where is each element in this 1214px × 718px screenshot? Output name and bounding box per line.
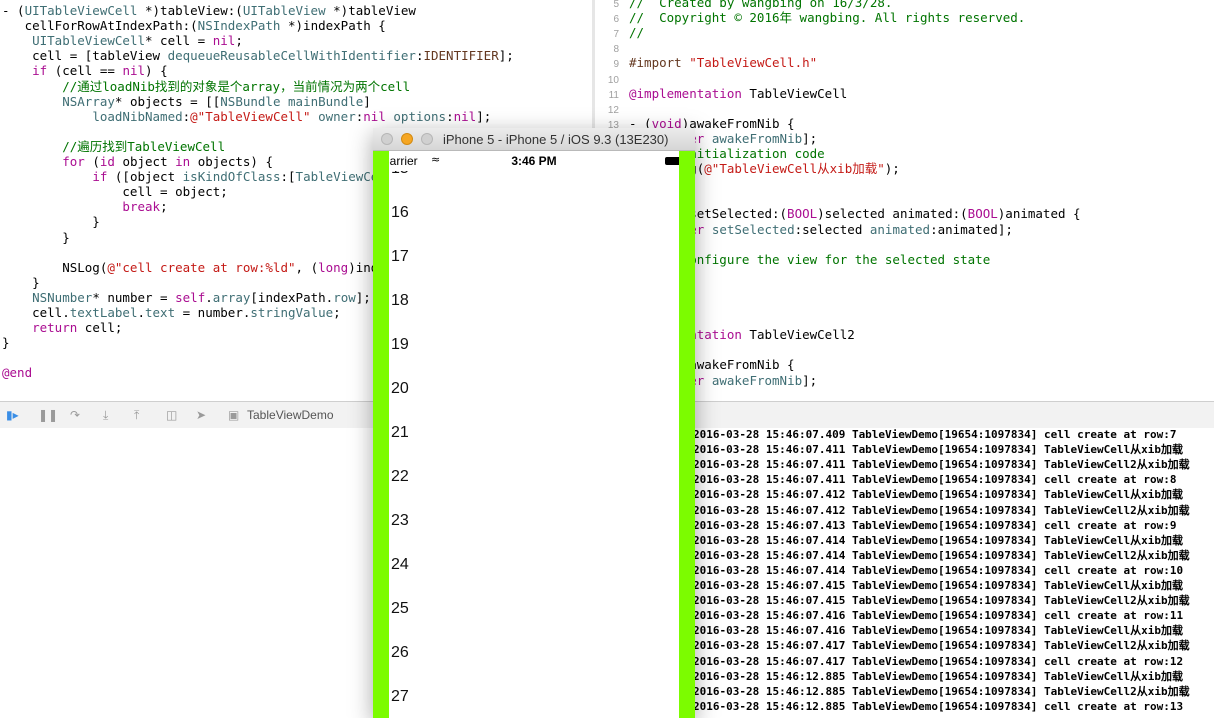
minimize-button[interactable] <box>401 133 413 145</box>
ios-simulator-window[interactable]: iPhone 5 - iPhone 5 / iOS 9.3 (13E230) 1… <box>373 128 695 718</box>
battery-icon <box>665 157 679 165</box>
row-label: 22 <box>391 468 409 485</box>
console-log-line: 2016-03-28 15:46:07.415 TableViewDemo[19… <box>693 579 1183 592</box>
console-log-line: 2016-03-28 15:46:07.411 TableViewDemo[19… <box>693 443 1183 457</box>
row-label: 24 <box>391 556 409 573</box>
table-row[interactable]: 23 <box>389 512 679 556</box>
console-log-line: 2016-03-28 15:46:07.416 TableViewDemo[19… <box>693 609 1184 623</box>
code-line: NSNumber* number = self.array[indexPath.… <box>32 289 371 305</box>
table-row[interactable]: 21 <box>389 424 679 468</box>
line-number: 5 <box>613 0 619 10</box>
code-line: cell = [tableView dequeueReusableCellWit… <box>2 48 514 64</box>
code-line: NSArray* objects = [[NSBundle mainBundle… <box>62 93 371 109</box>
row-label: 17 <box>391 248 409 265</box>
table-row[interactable]: 19 <box>389 336 679 380</box>
row-label: 20 <box>391 380 409 397</box>
code-line: #import "TableViewCell.h" <box>629 55 818 71</box>
table-row[interactable]: 25 <box>389 600 679 644</box>
console-log-line: 2016-03-28 15:46:12.885 TableViewDemo[19… <box>693 699 1184 713</box>
row-label: 23 <box>391 512 409 529</box>
code-line: if (cell == nil) { <box>32 63 168 79</box>
code-line: @end <box>2 365 33 381</box>
console-log-line: 2016-03-28 15:46:07.414 TableViewDemo[19… <box>693 548 1190 562</box>
console-log-line: 2016-03-28 15:46:07.411 TableViewDemo[19… <box>693 473 1177 487</box>
simulator-title: iPhone 5 - iPhone 5 / iOS 9.3 (13E230) <box>443 132 669 147</box>
console-log-line: 2016-03-28 15:46:07.416 TableViewDemo[19… <box>693 624 1183 638</box>
code-line: } <box>2 335 10 351</box>
console-log-line: 2016-03-28 15:46:07.412 TableViewDemo[19… <box>693 503 1190 517</box>
code-line: @implementation TableViewCell <box>629 85 848 101</box>
code-line: for (id object in objects) { <box>62 154 273 169</box>
code-line: break; <box>122 199 168 215</box>
row-label: 21 <box>391 424 409 441</box>
code-line: } <box>2 214 100 230</box>
line-number: 12 <box>607 104 619 116</box>
console-log-line: 2016-03-28 15:46:07.417 TableViewDemo[19… <box>693 654 1184 668</box>
view-debugger-icon[interactable]: ◫ <box>166 408 177 422</box>
table-row[interactable]: 26 <box>389 644 679 688</box>
code-line: return cell; <box>32 320 123 336</box>
line-number: 11 <box>608 89 619 101</box>
status-time: 3:46 PM <box>511 154 557 168</box>
console-log-line: 2016-03-28 15:46:07.417 TableViewDemo[19… <box>693 639 1190 653</box>
row-label: 26 <box>391 644 409 661</box>
step-into-icon[interactable]: ⤓ <box>103 408 108 422</box>
debug-target-label: TableViewDemo <box>247 408 334 422</box>
simulator-titlebar[interactable]: iPhone 5 - iPhone 5 / iOS 9.3 (13E230) <box>373 128 695 151</box>
target-icon: ▣ <box>228 408 240 422</box>
code-line: // Copyright © 2016年 wangbing. All right… <box>629 10 1026 26</box>
close-button[interactable] <box>381 133 393 145</box>
code-line: // <box>629 25 645 41</box>
code-line: UITableViewCell* cell = nil; <box>32 33 243 49</box>
console-log-line: 2016-03-28 15:46:07.414 TableViewDemo[19… <box>693 563 1184 577</box>
pause-icon[interactable]: ❚❚ <box>38 408 58 422</box>
code-line: //通过loadNib找到的对象是个array，当前情况为两个cell <box>2 78 411 94</box>
console-log-line: 2016-03-28 15:46:07.411 TableViewDemo[19… <box>693 458 1190 472</box>
console-log-line: 2016-03-28 15:46:07.412 TableViewDemo[19… <box>693 488 1183 502</box>
code-line: - (void)setSelected:(BOOL)selected anima… <box>629 206 1081 222</box>
line-number: 6 <box>613 14 619 26</box>
status-bar: Carrier ≈ 3:46 PM <box>389 151 679 171</box>
console-log-line: 2016-03-28 15:46:07.414 TableViewDemo[19… <box>693 533 1183 547</box>
row-label: 18 <box>391 292 409 309</box>
code-line: cellForRowAtIndexPath:(NSIndexPath *)ind… <box>2 18 386 34</box>
table-row[interactable]: 22 <box>389 468 679 512</box>
line-number: 9 <box>613 59 619 71</box>
code-line: cell.textLabel.text = number.stringValue… <box>2 305 341 320</box>
console-log-line: 2016-03-28 15:46:12.885 TableViewDemo[19… <box>693 669 1183 683</box>
code-line: cell = object; <box>2 184 228 200</box>
code-line: } <box>2 229 70 245</box>
simulator-screen[interactable]: 15161718192021222324252627 Carrier ≈ 3:4… <box>389 151 679 718</box>
line-number: 10 <box>607 74 619 86</box>
location-icon[interactable]: ➤ <box>196 408 206 422</box>
table-row[interactable]: 17 <box>389 248 679 292</box>
table-row[interactable]: 27 <box>389 688 679 718</box>
code-line: } <box>2 274 40 290</box>
table-row[interactable]: 18 <box>389 292 679 336</box>
row-label: 25 <box>391 600 409 617</box>
console-log-line: 2016-03-28 15:46:07.409 TableViewDemo[19… <box>693 428 1177 441</box>
zoom-button[interactable] <box>421 133 433 145</box>
console-log-line: 2016-03-28 15:46:07.415 TableViewDemo[19… <box>693 594 1190 608</box>
code-line: loadNibNamed:@"TableViewCell" owner:nil … <box>92 108 492 124</box>
table-row[interactable]: 20 <box>389 380 679 424</box>
console-log-line: 2016-03-28 15:46:07.413 TableViewDemo[19… <box>693 518 1177 532</box>
row-label: 16 <box>391 204 409 221</box>
step-over-icon[interactable]: ↷ <box>70 408 80 422</box>
code-line: //遍历找到TableViewCell <box>2 138 226 154</box>
breakpoint-toggle-icon[interactable]: ▮▸ <box>6 408 19 422</box>
code-line: - (UITableViewCell *)tableView:(UITableV… <box>2 3 416 18</box>
table-row[interactable]: 24 <box>389 556 679 600</box>
row-label: 19 <box>391 336 409 353</box>
code-line: // Created by wangbing on 16/3/28. <box>629 0 893 10</box>
table-row[interactable]: 16 <box>389 204 679 248</box>
line-number: 7 <box>613 29 619 41</box>
console-log-line: 2016-03-28 15:46:12.885 TableViewDemo[19… <box>693 684 1190 698</box>
row-label: 27 <box>391 688 409 705</box>
step-out-icon[interactable]: ⤒ <box>134 408 139 422</box>
line-number: 8 <box>613 44 619 56</box>
